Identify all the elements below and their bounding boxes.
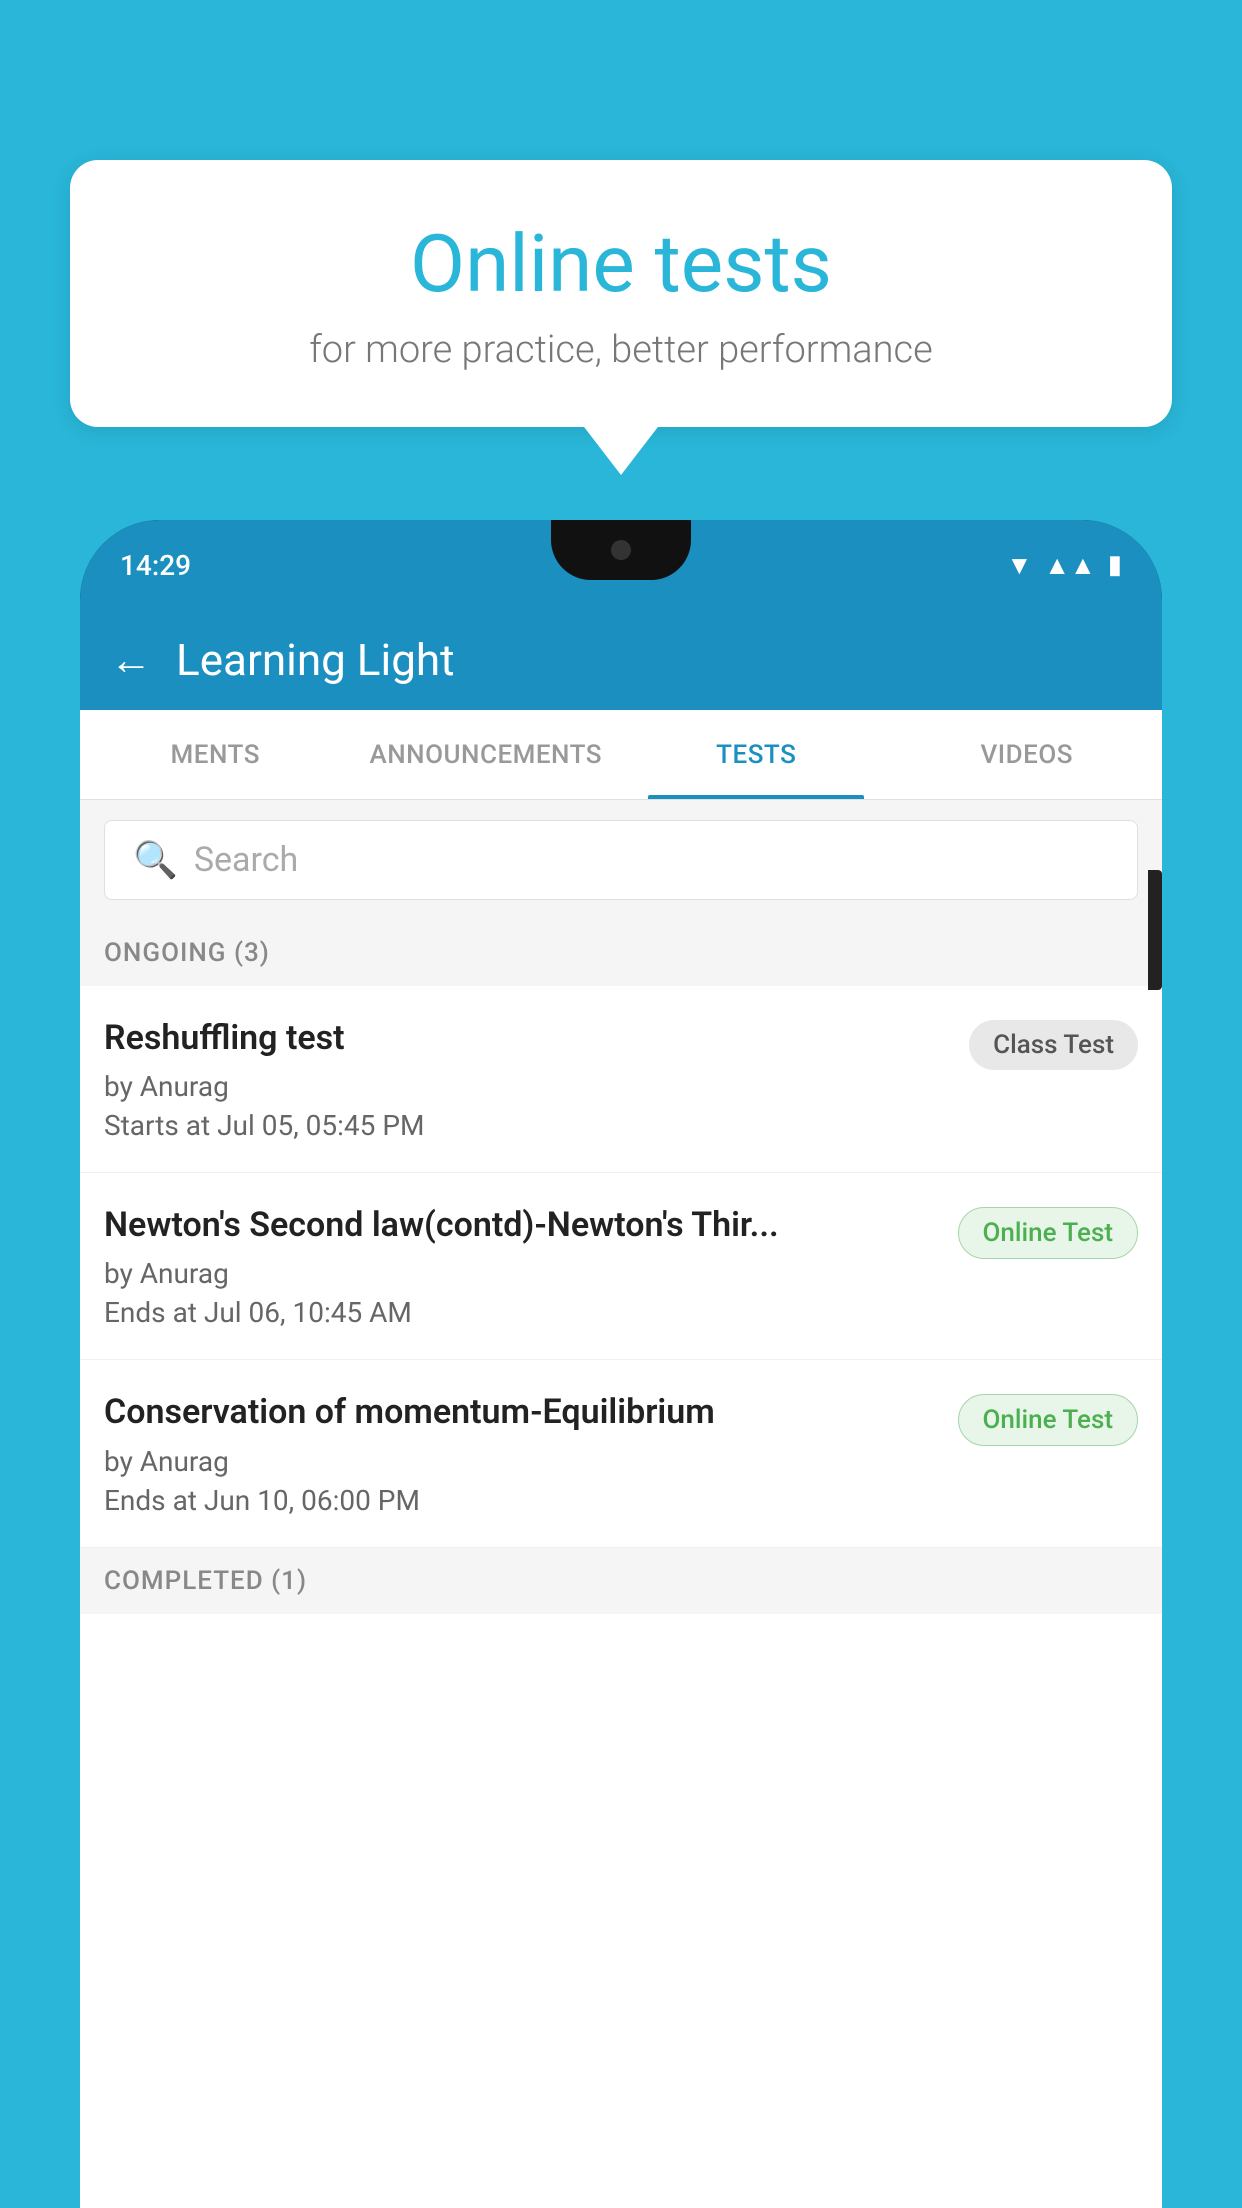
test-date-2: Ends at Jul 06, 10:45 AM [104,1296,938,1329]
tab-tests[interactable]: TESTS [621,710,892,799]
test-item-1[interactable]: Reshuffling test by Anurag Starts at Jul… [80,986,1162,1173]
test-list: Reshuffling test by Anurag Starts at Jul… [80,986,1162,1548]
test-info-2: Newton's Second law(contd)-Newton's Thir… [104,1203,938,1329]
phone-notch [551,520,691,580]
bubble-title: Online tests [110,220,1132,308]
test-info-1: Reshuffling test by Anurag Starts at Jul… [104,1016,949,1142]
app-header: ← Learning Light [80,610,1162,710]
completed-label: COMPLETED (1) [104,1566,307,1596]
test-author-2: by Anurag [104,1257,938,1290]
search-icon: 🔍 [133,839,178,881]
completed-section-header: COMPLETED (1) [80,1548,1162,1614]
status-icons: ▼ ▲▲ ▮ [1006,550,1122,581]
test-item-2[interactable]: Newton's Second law(contd)-Newton's Thir… [80,1173,1162,1360]
camera-notch [611,540,631,560]
test-title-3: Conservation of momentum-Equilibrium [104,1390,938,1434]
ongoing-label: ONGOING (3) [104,938,270,968]
speech-bubble: Online tests for more practice, better p… [70,160,1172,427]
phone-side-button [1148,870,1162,990]
bubble-subtitle: for more practice, better performance [110,328,1132,372]
test-badge-1: Class Test [969,1020,1138,1070]
test-author-3: by Anurag [104,1445,938,1478]
signal-icon: ▲▲ [1044,550,1095,581]
test-badge-3: Online Test [958,1394,1139,1446]
tab-ments[interactable]: MENTS [80,710,351,799]
test-badge-2: Online Test [958,1207,1139,1259]
test-item-3[interactable]: Conservation of momentum-Equilibrium by … [80,1360,1162,1547]
back-button[interactable]: ← [110,636,152,685]
test-date-3: Ends at Jun 10, 06:00 PM [104,1484,938,1517]
search-container: 🔍 Search [80,800,1162,920]
tab-announcements[interactable]: ANNOUNCEMENTS [351,710,622,799]
test-title-2: Newton's Second law(contd)-Newton's Thir… [104,1203,938,1247]
phone-screen: ← Learning Light MENTS ANNOUNCEMENTS TES… [80,610,1162,2208]
app-title: Learning Light [176,634,455,686]
wifi-icon: ▼ [1006,550,1032,581]
test-author-1: by Anurag [104,1070,949,1103]
tab-videos[interactable]: VIDEOS [892,710,1163,799]
battery-icon: ▮ [1108,550,1122,580]
status-bar: 14:29 ▼ ▲▲ ▮ [80,520,1162,610]
test-info-3: Conservation of momentum-Equilibrium by … [104,1390,938,1516]
search-bar[interactable]: 🔍 Search [104,820,1138,900]
phone-time: 14:29 [120,549,191,582]
phone-mockup: 14:29 ▼ ▲▲ ▮ ← Learning Light MENTS ANNO… [80,520,1162,2208]
search-input[interactable]: Search [194,840,298,880]
ongoing-section-header: ONGOING (3) [80,920,1162,986]
test-title-1: Reshuffling test [104,1016,949,1060]
tabs-bar: MENTS ANNOUNCEMENTS TESTS VIDEOS [80,710,1162,800]
test-date-1: Starts at Jul 05, 05:45 PM [104,1109,949,1142]
